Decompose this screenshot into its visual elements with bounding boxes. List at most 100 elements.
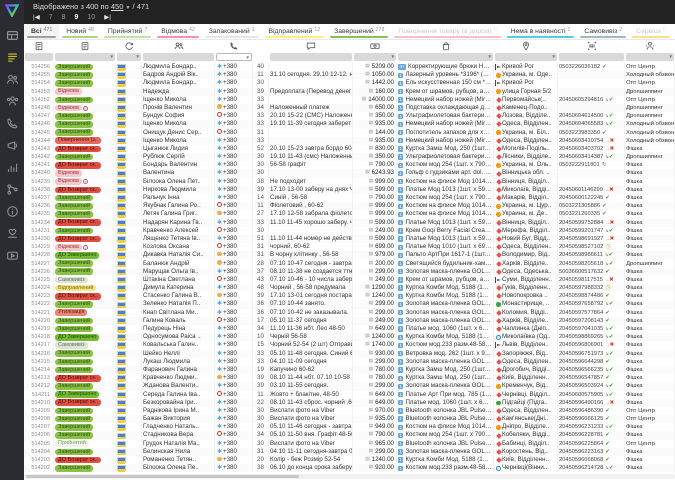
product-cell[interactable]: 1Костюм на флисе Мод 1014 (1ш... — [397, 178, 494, 186]
phone-cell[interactable]: ∗+380 — [215, 464, 253, 472]
customer-name[interactable]: Білоока Олена Пет.. — [142, 178, 215, 186]
product-cell[interactable]: 1Костюм мод 254 (1шт. х 790.00 ... — [397, 431, 494, 439]
order-status-cell[interactable]: Завершений — [54, 227, 116, 235]
phone-cell[interactable]: ∗+380 — [215, 79, 253, 87]
order-status-cell[interactable]: Завершений — [54, 423, 116, 431]
order-row[interactable]: 514239ВідмоваiБілоока Олена Пет..∗+38038… — [24, 178, 675, 186]
filter-input-ttn[interactable] — [559, 53, 624, 61]
ttn-cell[interactable]: 20450596666125✔ — [558, 415, 625, 423]
product-cell[interactable]: 1Золотая маска-пленка GOLD C... — [397, 268, 494, 276]
status-badge[interactable]: ДО Возврат ск.. — [55, 146, 101, 153]
customer-name[interactable]: Бадров Андрій Вік.. — [142, 71, 215, 79]
order-row[interactable]: 514245ЗавершенийОнищук Денис Сер..+38031… — [24, 129, 675, 137]
product-cell[interactable]: 1Костюм мод 254 (1шт. х 790.00 ... — [397, 194, 494, 202]
order-row[interactable]: 514204ЗавершенийБелинская Нила∗+3803104.… — [24, 448, 675, 456]
customer-name[interactable]: Кравченко Людми.. — [142, 374, 215, 382]
phone-cell[interactable]: +380 — [215, 431, 253, 439]
filter-input-loc[interactable]: ▼ — [495, 53, 557, 61]
order-row[interactable]: 514222ЗавершенийЗеленко Наталія П..∗+380… — [24, 300, 675, 308]
product-cell[interactable]: 1Костюм мод 254 (1шт. х 790.00 ... — [397, 161, 494, 169]
phone-cell[interactable]: ∗+380 — [215, 120, 253, 128]
customer-name[interactable]: Надежда — [142, 88, 215, 96]
phone-cell[interactable]: ∗+380 — [215, 71, 253, 79]
ttn-cell[interactable]: 50036600517632✔ — [558, 268, 625, 276]
customer-name[interactable]: Стадникова Вера — [142, 431, 215, 439]
ttn-cell[interactable] — [558, 104, 625, 112]
sidebar-item-orders-list-icon[interactable] — [3, 52, 21, 67]
ttn-cell[interactable]: 20450598691927✖ — [558, 235, 625, 243]
order-row[interactable]: 514208ЗавершенийБажан Виктория∗+38030Вис… — [24, 415, 675, 423]
ttn-cell[interactable]: 20450598874486✔ — [558, 292, 625, 300]
order-row[interactable]: 514247ЗавершенийБундук София+3803320.10 … — [24, 112, 675, 120]
order-row[interactable]: 514238ДО Возврат ск..Ниркова Людмила∗+38… — [24, 186, 675, 194]
horizontal-scrollbar[interactable] — [24, 474, 675, 479]
phone-cell[interactable]: ∗+380 — [215, 448, 253, 456]
order-status-cell[interactable]: ДО Возврат ск.. — [54, 219, 116, 227]
tab-Запакований[interactable]: Запакований1 — [202, 24, 262, 39]
customer-name[interactable]: Шейко Неллі — [142, 350, 215, 358]
order-row[interactable]: 514230ДО Возврат ск..Лященко Тетяна Ів..… — [24, 235, 675, 243]
column-header-ch[interactable] — [625, 41, 675, 52]
order-row[interactable]: 514216ЗавершенийШейко Неллі∗+3803305.10 … — [24, 350, 675, 358]
phone-cell[interactable]: ∗+380 — [215, 153, 253, 161]
column-header-loc[interactable] — [494, 41, 558, 52]
ttn-cell[interactable]: 0503221260335✔ — [558, 210, 625, 218]
order-status-cell[interactable]: Завершений — [54, 194, 116, 202]
product-cell[interactable]: 1Золотая маска-пленка GOLD C... — [397, 317, 494, 325]
status-badge[interactable]: ДО Возврат ск.. — [55, 162, 101, 169]
customer-name[interactable]: Дикавка Наталія Си.. — [142, 251, 215, 259]
sidebar-item-marketing-icon[interactable] — [3, 140, 21, 155]
customer-name[interactable]: Іщенко Микола — [142, 137, 215, 145]
order-status-cell[interactable]: Завершений — [54, 120, 116, 128]
app-logo-icon[interactable] — [4, 4, 20, 22]
status-badge[interactable]: Завершений — [55, 268, 93, 275]
order-status-cell[interactable]: ДО Возврат ск.. — [54, 145, 116, 153]
customer-name[interactable]: Якубчак Галина Ро.. — [142, 202, 215, 210]
phone-cell[interactable]: ∗+380 — [215, 161, 253, 169]
customer-name[interactable]: Лукаш Людмила — [142, 358, 215, 366]
customer-name[interactable]: Середа Галина Іва.. — [142, 391, 215, 399]
sidebar-item-statistics-icon[interactable] — [3, 162, 21, 177]
customer-name[interactable]: Лященко Тетяна Ів.. — [142, 235, 215, 243]
phone-cell[interactable]: ∗+380 — [215, 178, 253, 186]
customer-name[interactable]: Ральчук Інна — [142, 194, 215, 202]
order-status-cell[interactable]: Завершений — [54, 366, 116, 374]
order-status-cell[interactable]: Утилізація — [54, 309, 116, 317]
status-badge[interactable]: ДО Возврат ск.. — [55, 293, 101, 300]
customer-name[interactable]: Кнап Світлана Ми.. — [142, 309, 215, 317]
filter-input-fl[interactable]: ▼ — [117, 53, 141, 61]
product-cell[interactable]: 1Куртка Комби Мод. 5188 (1шт. х... — [397, 333, 494, 341]
phone-cell[interactable]: +380 — [215, 391, 253, 399]
sidebar-item-video-tutorials-icon[interactable] — [3, 250, 21, 265]
customer-name[interactable]: Пронів Валентин — [142, 104, 215, 112]
status-badge[interactable]: Завершений — [55, 203, 93, 210]
phone-cell[interactable]: ∗+380 — [215, 235, 253, 243]
product-cell[interactable]: 1Платье Мод 1013 (1шт. х 599.00... — [397, 186, 494, 194]
phone-cell[interactable]: ∗+380 — [215, 88, 253, 96]
phone-cell[interactable]: ∗+380 — [215, 366, 253, 374]
status-badge[interactable]: Завершений — [55, 72, 93, 79]
ttn-cell[interactable]: 20450596490166✖ — [558, 399, 625, 407]
product-cell[interactable]: 1Платье Мод 1013 (1шт. х 599.00... — [397, 219, 494, 227]
phone-cell[interactable]: ∗+380 — [215, 341, 253, 349]
order-row[interactable]: 514215ЗавершенийЛукаш Людмила∗+3803304.1… — [24, 358, 675, 366]
status-badge[interactable]: Самовивіз — [55, 277, 88, 284]
customer-name[interactable]: Фаранович Галина — [142, 366, 215, 374]
order-row[interactable]: 514231ЗавершенийКравченко Алексей+38030▤… — [24, 227, 675, 235]
product-cell[interactable]: 1Ветровка мод. 262 (1шт. х 930.0... — [397, 350, 494, 358]
phone-cell[interactable]: ∗+380 — [215, 358, 253, 366]
ttn-cell[interactable]: 0503221305886✔ — [558, 202, 625, 210]
status-badge[interactable]: ДО Возврат ск.. — [55, 399, 101, 406]
status-badge[interactable]: ДО Возврат ск.. — [55, 236, 101, 243]
order-row[interactable]: 514210ДО Возврат ск..Безкоровайна Іри..∗… — [24, 399, 675, 407]
customer-name[interactable]: Штакіна Светлана — [142, 276, 215, 284]
product-cell[interactable]: 1Платье Арт При мод. 785 (1шт. х... — [397, 391, 494, 399]
order-status-cell[interactable]: Завершений — [54, 202, 116, 210]
tab-Самовивіз[interactable]: Самовивіз2 — [577, 24, 629, 39]
order-status-cell[interactable]: Відмова — [54, 88, 116, 96]
filter-input-id[interactable] — [25, 53, 53, 61]
phone-cell[interactable]: ∗+380 — [215, 219, 253, 227]
order-status-cell[interactable]: Самовивіз — [54, 276, 116, 284]
customer-name[interactable]: Димула Катерина — [142, 284, 215, 292]
ttn-cell[interactable]: 0503222911801↻ — [558, 161, 625, 169]
